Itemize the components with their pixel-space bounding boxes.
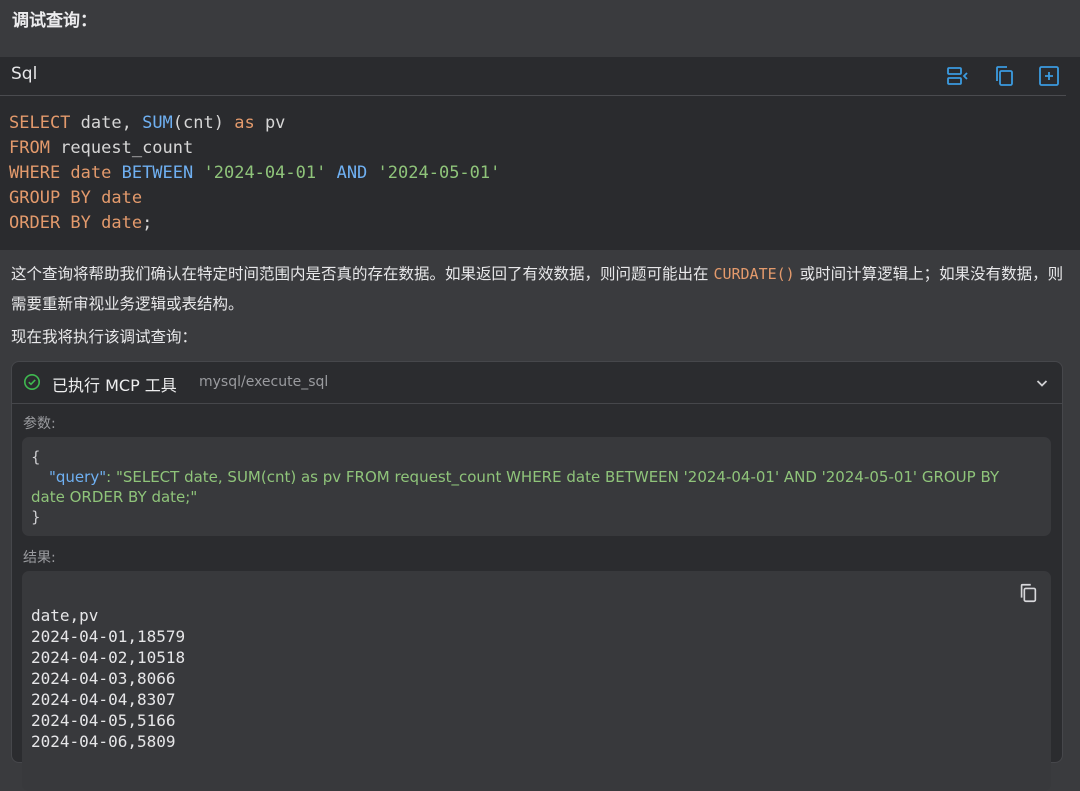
code-token: pv bbox=[254, 113, 286, 133]
code-token: date, bbox=[70, 113, 143, 133]
section-heading: 调试查询： bbox=[12, 11, 97, 31]
tool-call-title: 已执行 MCP 工具 bbox=[52, 376, 177, 395]
insert-icon[interactable] bbox=[1037, 64, 1061, 88]
json-key: "query" bbox=[49, 468, 107, 486]
copy-icon[interactable] bbox=[992, 64, 1016, 88]
collapse-panel-icon[interactable] bbox=[946, 64, 970, 88]
code-token: SELECT bbox=[9, 113, 71, 133]
check-circle-icon bbox=[24, 374, 40, 390]
code-token: AND bbox=[336, 163, 368, 183]
code-line: ORDER BY date; bbox=[9, 211, 500, 236]
inline-code: CURDATE() bbox=[713, 265, 795, 283]
result-line: 2024-04-03,8066 bbox=[31, 669, 176, 688]
result-line: 2024-04-04,8307 bbox=[31, 690, 176, 709]
code-token: ; bbox=[142, 213, 153, 233]
params-label: 参数: bbox=[23, 416, 56, 432]
explanation-text: 这个查询将帮助我们确认在特定时间范围内是否真的存在数据。如果返回了有效数据，则问… bbox=[11, 259, 1066, 319]
result-output: date,pv 2024-04-01,18579 2024-04-02,10518 2… bbox=[31, 605, 185, 752]
chevron-down-icon[interactable] bbox=[1034, 375, 1050, 391]
explanation-part: 这个查询将帮助我们确认在特定时间范围内是否真的存在数据。如果返回了有效数据，则问… bbox=[11, 265, 714, 283]
code-line: GROUP BY date bbox=[9, 186, 500, 211]
code-line: WHERE date BETWEEN '2024-04-01' AND '202… bbox=[9, 161, 500, 186]
code-token: as bbox=[234, 113, 255, 133]
code-token: SUM bbox=[142, 113, 173, 133]
result-line: 2024-04-01,18579 bbox=[31, 627, 186, 646]
code-token: WHERE date bbox=[9, 163, 122, 183]
code-token: ORDER BY date bbox=[9, 213, 143, 233]
params-json: { "query": "SELECT date, SUM(cnt) as pv … bbox=[31, 447, 1036, 527]
code-token: BETWEEN bbox=[121, 163, 194, 183]
result-label: 结果: bbox=[23, 550, 56, 566]
code-token: GROUP BY date bbox=[9, 188, 143, 208]
code-token: '2024-05-01' bbox=[377, 163, 501, 183]
code-block-header: Sql bbox=[0, 57, 1066, 96]
sql-code: SELECT date, SUM(cnt) as pv FROM request_… bbox=[9, 111, 500, 236]
copy-icon[interactable] bbox=[1017, 582, 1039, 604]
result-line: 2024-04-06,5809 bbox=[31, 732, 176, 751]
next-step-text: 现在我将执行该调试查询： bbox=[11, 328, 198, 346]
json-open-brace: { bbox=[31, 448, 41, 466]
result-box: date,pv 2024-04-01,18579 2024-04-02,10518 2… bbox=[22, 571, 1051, 791]
result-line: 2024-04-05,5166 bbox=[31, 711, 176, 730]
json-value: "SELECT date, SUM(cnt) as pv FROM reques… bbox=[31, 468, 1000, 506]
tool-call-card: 已执行 MCP 工具 mysql/execute_sql 参数: { "quer… bbox=[11, 361, 1063, 791]
result-line: date,pv bbox=[31, 606, 99, 625]
tool-call-header[interactable]: 已执行 MCP 工具 mysql/execute_sql bbox=[12, 362, 1062, 404]
code-token: request_count bbox=[49, 138, 194, 158]
sql-code-block: Sql SELECT date, SUM(cnt) as pv FROM requ… bbox=[0, 57, 1080, 250]
json-close-brace: } bbox=[31, 508, 41, 526]
code-token: '2024-04-01' bbox=[203, 163, 327, 183]
code-language-label: Sql bbox=[11, 64, 38, 84]
code-line: FROM request_count bbox=[9, 136, 500, 161]
code-token: (cnt) bbox=[172, 113, 235, 133]
code-token: FROM bbox=[9, 138, 50, 158]
tool-name: mysql/execute_sql bbox=[199, 374, 329, 390]
code-line: SELECT date, SUM(cnt) as pv bbox=[9, 111, 500, 136]
result-line: 2024-04-02,10518 bbox=[31, 648, 186, 667]
params-box: { "query": "SELECT date, SUM(cnt) as pv … bbox=[22, 437, 1051, 536]
json-separator: : bbox=[106, 468, 116, 486]
